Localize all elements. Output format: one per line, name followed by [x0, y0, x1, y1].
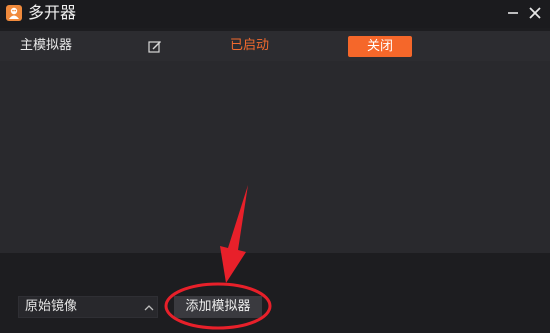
title-bar: 多开器	[0, 0, 550, 28]
close-icon	[529, 7, 541, 19]
window-title: 多开器	[28, 3, 77, 22]
mirror-select-value: 原始镜像	[25, 299, 78, 314]
app-logo-icon	[6, 5, 22, 21]
status-text: 已启动	[230, 38, 270, 53]
instance-name: 主模拟器	[20, 38, 73, 53]
footer-bar	[0, 253, 550, 333]
minimize-button[interactable]	[504, 4, 522, 22]
window-close-button[interactable]	[526, 4, 544, 22]
mirror-select[interactable]: 原始镜像	[18, 296, 158, 318]
chevron-up-icon[interactable]	[143, 300, 155, 314]
close-instance-button[interactable]: 关闭	[348, 36, 412, 57]
edit-icon[interactable]	[148, 39, 162, 53]
instance-list-area	[0, 61, 550, 253]
add-emulator-button[interactable]: 添加模拟器	[174, 296, 262, 318]
instance-row: 主模拟器 已启动 关闭	[0, 31, 550, 61]
minimize-icon	[508, 12, 518, 14]
